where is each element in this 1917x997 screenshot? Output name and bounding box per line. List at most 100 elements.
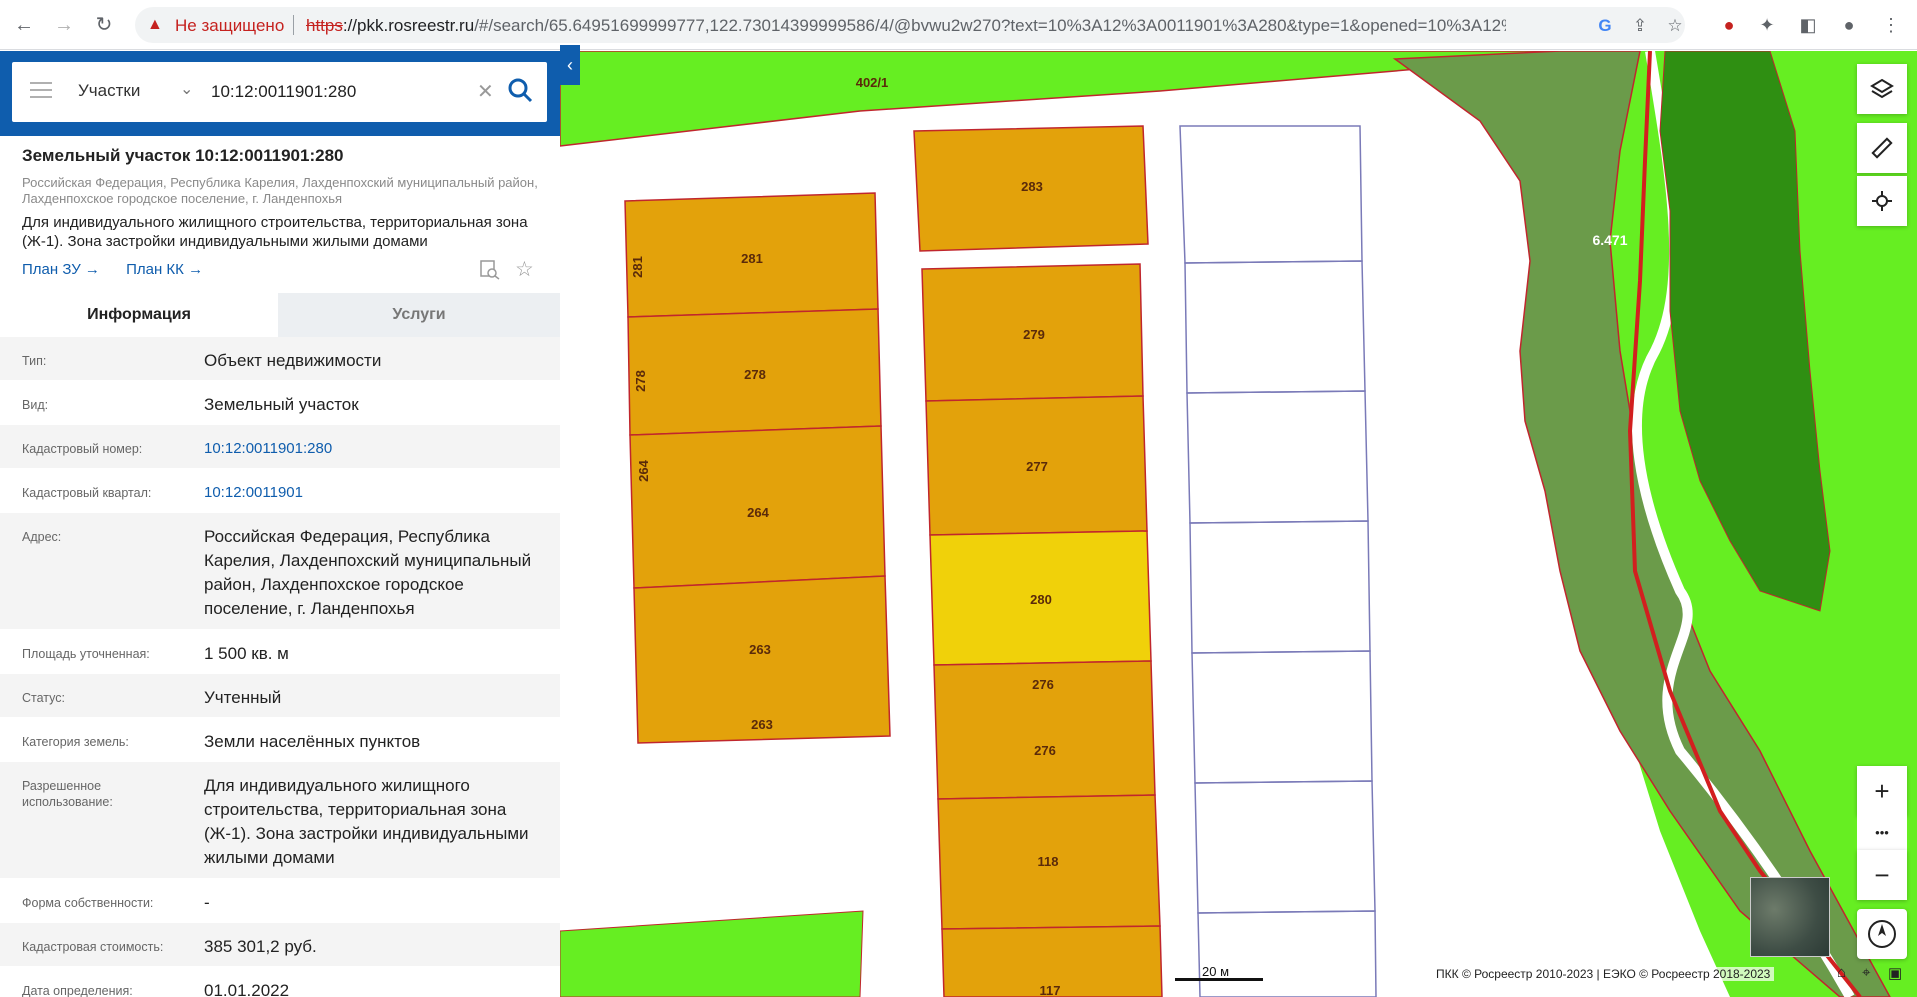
tab-services[interactable]: Услуги <box>278 293 560 337</box>
plan-links: План ЗУ → План КК → <box>22 261 225 278</box>
layers-icon <box>1870 78 1894 99</box>
plan-zu-link[interactable]: План ЗУ → <box>22 261 100 278</box>
search-icon[interactable] <box>506 76 534 104</box>
label-402-1: 402/1 <box>856 75 889 90</box>
row-value: 01.01.2022 <box>204 981 290 997</box>
url-host: ://pkk.rosreestr.ru <box>342 16 475 35</box>
zoom-out-button[interactable]: − <box>1857 850 1907 900</box>
label-283: 283 <box>1021 179 1043 194</box>
share-icon[interactable]: ⇪ <box>1630 16 1650 36</box>
table-row: Тип: Объект недвижимости <box>0 337 560 381</box>
row-value: 1 500 кв. м <box>204 644 289 663</box>
side-panel-icon[interactable]: ◧ <box>1797 14 1819 36</box>
search-input[interactable] <box>209 78 469 106</box>
preview-search-icon[interactable] <box>480 260 500 280</box>
label-276-b: 276 <box>1034 743 1056 758</box>
address-bar[interactable]: ▲ Не защищено https://pkk.rosreestr.ru/#… <box>135 7 1685 43</box>
row-value: Российская Федерация, Республика Карелия… <box>204 527 532 618</box>
cadastral-number-link[interactable]: 10:12:0011901:280 <box>204 437 549 461</box>
table-row: Адрес: Российская Федерация, Республика … <box>0 513 560 630</box>
tab-information[interactable]: Информация <box>0 293 278 337</box>
extension-avatar-icon[interactable]: ● <box>1718 14 1740 36</box>
label-6471: 6.471 <box>1592 232 1627 248</box>
table-row: Статус: Учтенный <box>0 674 560 718</box>
white-parcel <box>1191 650 1373 784</box>
row-value: Объект недвижимости <box>204 351 382 370</box>
favorite-star-icon[interactable]: ☆ <box>515 257 534 282</box>
row-value: 385 301,2 руб. <box>204 937 317 956</box>
row-label: Категория земель: <box>22 735 129 749</box>
row-value: - <box>204 893 210 912</box>
layers-button[interactable] <box>1857 64 1907 114</box>
collapse-panel-button[interactable]: ‹ <box>560 45 580 85</box>
search-bar: Участки ⌄ ✕ <box>0 51 560 136</box>
table-row: Вид: Земельный участок <box>0 381 560 425</box>
chevron-down-icon[interactable]: ⌄ <box>180 79 193 99</box>
google-icon[interactable]: G <box>1595 16 1615 36</box>
warning-icon[interactable]: ▲ <box>147 15 167 35</box>
url-scheme: https <box>306 16 343 35</box>
back-icon[interactable]: ← <box>12 13 36 37</box>
object-address: Российская Федерация, Республика Карелия… <box>22 175 538 206</box>
info-panel: Участки ⌄ ✕ Земельный участок 10:12:0011… <box>0 51 560 997</box>
row-label: Площадь уточненная: <box>22 647 150 661</box>
label-281-side: 281 <box>630 256 645 278</box>
map-canvas[interactable]: 281 278 264 263 263 283 279 277 280 276 … <box>560 51 1917 997</box>
label-118: 118 <box>1038 854 1059 869</box>
row-label: Кадастровый номер: <box>22 442 143 456</box>
clear-icon[interactable]: ✕ <box>477 79 494 104</box>
row-value: Для индивидуального жилищного строительс… <box>204 776 529 867</box>
url-text[interactable]: https://pkk.rosreestr.ru/#/search/65.649… <box>306 16 1506 36</box>
white-parcel <box>1197 910 1377 997</box>
reload-icon[interactable]: ↻ <box>92 13 116 37</box>
layer-type-select[interactable]: Участки <box>78 81 140 101</box>
row-label: Разрешенное использование: <box>22 779 113 809</box>
white-parcel <box>1189 520 1371 654</box>
cadastral-map[interactable]: 281 278 264 263 263 283 279 277 280 276 … <box>560 51 1917 997</box>
label-278-side: 278 <box>633 370 648 392</box>
white-parcel <box>1194 780 1376 914</box>
extensions-puzzle-icon[interactable]: ✦ <box>1756 14 1778 36</box>
security-label[interactable]: Не защищено <box>175 16 284 36</box>
forward-icon[interactable]: → <box>52 13 76 37</box>
compass-button[interactable] <box>1857 909 1907 959</box>
table-row: Дата определения: 01.01.2022 <box>0 967 560 997</box>
parcels-left <box>624 192 891 744</box>
menu-kebab-icon[interactable]: ⋮ <box>1880 14 1902 36</box>
zoom-in-button[interactable]: + <box>1857 766 1907 816</box>
unassigned-parcels <box>1179 125 1377 997</box>
satellite-minimap[interactable] <box>1750 877 1830 957</box>
browser-toolbar: ← → ↻ ▲ Не защищено https://pkk.rosreest… <box>0 0 1917 50</box>
profile-icon[interactable]: ● <box>1838 14 1860 36</box>
zoom-more-button[interactable]: ••• <box>1857 816 1907 850</box>
object-title: Земельный участок 10:12:0011901:280 <box>22 146 344 165</box>
ruler-icon <box>1871 137 1893 159</box>
row-label: Тип: <box>22 354 47 368</box>
locate-icon[interactable]: ⌖ <box>1862 964 1870 981</box>
row-label: Дата определения: <box>22 984 133 997</box>
bookmark-star-icon[interactable]: ☆ <box>1665 16 1685 36</box>
table-row: Кадастровая стоимость: 385 301,2 руб. <box>0 923 560 967</box>
home-icon[interactable]: ⌂ <box>1837 964 1846 981</box>
white-parcel <box>1186 390 1369 524</box>
locate-point-button[interactable] <box>1857 176 1907 226</box>
object-usage: Для индивидуального жилищного строительс… <box>22 214 528 250</box>
label-279: 279 <box>1023 327 1045 342</box>
row-value: Учтенный <box>204 688 282 707</box>
attribution: ПКК © Росреестр 2010-2023 | ЕЭКО © Росре… <box>1432 967 1775 981</box>
scale-label: 20 м <box>1202 964 1230 979</box>
hamburger-menu-icon[interactable] <box>30 82 52 100</box>
label-276: 276 <box>1032 677 1054 692</box>
scale-bar <box>1175 978 1263 981</box>
row-value: Земельный участок <box>204 395 359 414</box>
compass-icon <box>1868 920 1896 948</box>
table-row: Категория земель: Земли населённых пункт… <box>0 718 560 762</box>
tabs: Информация Услуги <box>0 293 560 337</box>
crosshair-icon <box>1872 191 1892 211</box>
label-263-b: 263 <box>751 717 773 732</box>
plan-kk-link[interactable]: План КК → <box>126 261 203 278</box>
print-icon[interactable]: ▣ <box>1888 964 1902 982</box>
label-264: 264 <box>747 505 769 520</box>
cadastral-quarter-link[interactable]: 10:12:0011901 <box>204 481 549 505</box>
measure-button[interactable] <box>1857 123 1907 173</box>
